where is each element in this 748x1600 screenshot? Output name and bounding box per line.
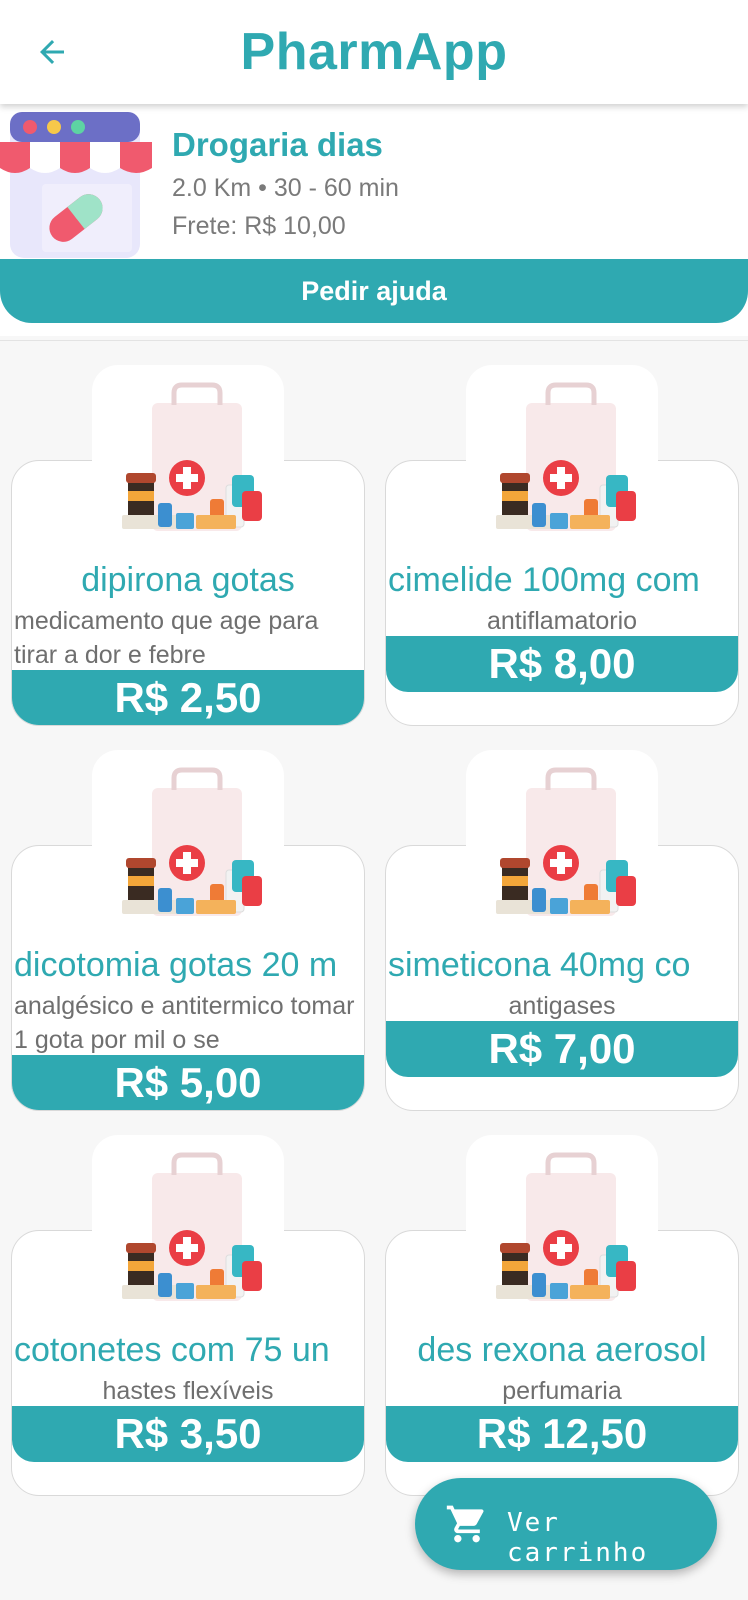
product-name: dipirona gotas <box>81 561 295 599</box>
product-image <box>92 1135 284 1315</box>
product-description: antigases <box>508 992 616 1020</box>
store-name: Drogaria dias <box>172 126 383 163</box>
store-delivery-fee: Frete: R$ 10,00 <box>172 212 346 240</box>
store-distance-time: 2.0 Km • 30 - 60 min <box>172 174 399 202</box>
product-image <box>92 750 284 930</box>
product-name: cimelide 100mg com <box>388 561 700 599</box>
product-image <box>466 365 658 545</box>
store-header: Drogaria dias 2.0 Km • 30 - 60 min Frete… <box>0 104 748 336</box>
view-cart-label: Ver carrinho <box>507 1508 649 1568</box>
shopping-cart-icon <box>446 1505 484 1543</box>
divider <box>0 340 748 341</box>
product-price: R$ 2,50 <box>12 670 364 725</box>
product-name: cotonetes com 75 un <box>14 1331 330 1369</box>
product-name: des rexona aerosol <box>417 1331 707 1369</box>
pharmacy-store-icon <box>0 112 152 258</box>
product-description: hastes flexíveis <box>102 1377 274 1405</box>
product-price: R$ 8,00 <box>386 636 738 692</box>
product-image <box>92 365 284 545</box>
app-bar: PharmApp <box>0 0 748 104</box>
product-price: R$ 7,00 <box>386 1021 738 1077</box>
product-price: R$ 12,50 <box>386 1406 738 1462</box>
product-price: R$ 3,50 <box>12 1406 364 1462</box>
page-title: PharmApp <box>240 23 508 81</box>
product-name: dicotomia gotas 20 m <box>14 946 338 984</box>
product-description: medicamento que age para tirar a dor e f… <box>14 607 319 668</box>
help-button[interactable]: Pedir ajuda <box>0 259 748 323</box>
product-description: antiflamatorio <box>486 607 638 635</box>
product-name: simeticona 40mg co <box>388 946 691 984</box>
product-description: perfumaria <box>502 1377 622 1405</box>
product-image <box>466 750 658 930</box>
product-image <box>466 1135 658 1315</box>
product-description: analgésico e antitermico tomar 1 gota po… <box>14 992 355 1053</box>
view-cart-button[interactable]: Ver carrinho <box>415 1478 717 1570</box>
product-price: R$ 5,00 <box>12 1055 364 1110</box>
